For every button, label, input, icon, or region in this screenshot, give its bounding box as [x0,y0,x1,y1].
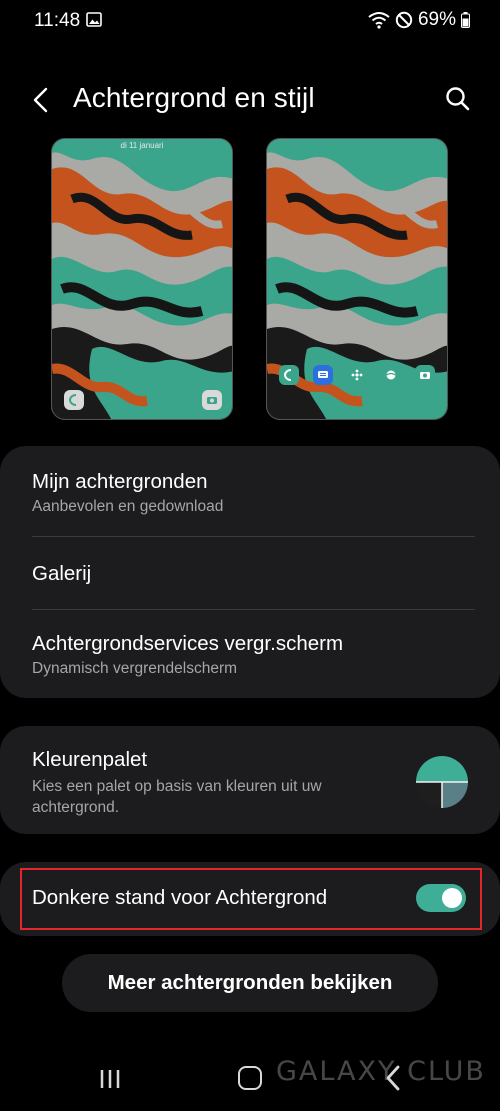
dark-mode-toggle[interactable] [416,884,466,912]
menu-item-lock-screen-services[interactable]: Achtergrondservices vergr.scherm Dynamis… [0,610,500,698]
menu-item-title: Achtergrondservices vergr.scherm [32,632,344,655]
dark-mode-wallpaper-card[interactable]: Donkere stand voor Achtergrond [0,862,500,936]
wallpaper-options-card: Mijn achtergronden Aanbevolen en gedownl… [0,446,500,698]
battery-percentage: 69% [417,9,456,30]
status-time: 11:48 [34,10,81,31]
camera-icon [202,390,222,410]
watermark: GALAXY CLUB [276,1056,486,1087]
lock-screen-preview[interactable]: di 11 januari [51,138,233,420]
menu-item-title: Mijn achtergronden [32,470,208,493]
home-screen-preview[interactable] [266,138,448,420]
more-wallpapers-button[interactable]: Meer achtergronden bekijken [62,954,438,1012]
menu-item-subtitle: Aanbevolen en gedownload [32,498,224,515]
wallpaper-image [52,139,232,419]
dark-mode-label: Donkere stand voor Achtergrond [32,886,328,909]
search-icon[interactable] [441,82,475,116]
chevron-left-icon[interactable] [26,82,58,118]
lock-screen-date: di 11 januari [120,141,164,150]
menu-item-subtitle: Dynamisch vergrendelscherm [32,660,238,677]
app-header: Achtergrond en stijl [0,72,500,128]
bixby-icon [347,365,367,385]
color-palette-card[interactable]: Kleurenpalet Kies een palet op basis van… [0,726,500,834]
wifi-icon [368,12,390,29]
messages-icon [313,365,333,385]
menu-item-gallery[interactable]: Galerij [0,537,500,609]
palette-subtitle: Kies een palet op basis van kleuren uit … [32,778,322,816]
internet-icon [381,365,401,385]
status-icons: 69% [368,9,470,31]
toggle-knob [442,888,462,908]
home-icon[interactable] [238,1066,262,1090]
status-bar: 11:48 69% [0,0,500,44]
phone-icon [64,390,84,410]
battery-icon [461,12,470,28]
image-icon [86,12,102,27]
page-title: Achtergrond en stijl [73,82,315,113]
menu-item-my-wallpapers[interactable]: Mijn achtergronden Aanbevolen en gedownl… [0,446,500,536]
back-icon[interactable] [384,1064,402,1092]
palette-swatch[interactable] [416,756,468,808]
menu-item-title: Galerij [32,562,92,585]
do-not-disturb-icon [395,11,413,29]
camera-icon [415,365,435,385]
palette-title: Kleurenpalet [32,748,148,771]
recent-apps-icon[interactable] [98,1068,122,1090]
phone-icon [279,365,299,385]
